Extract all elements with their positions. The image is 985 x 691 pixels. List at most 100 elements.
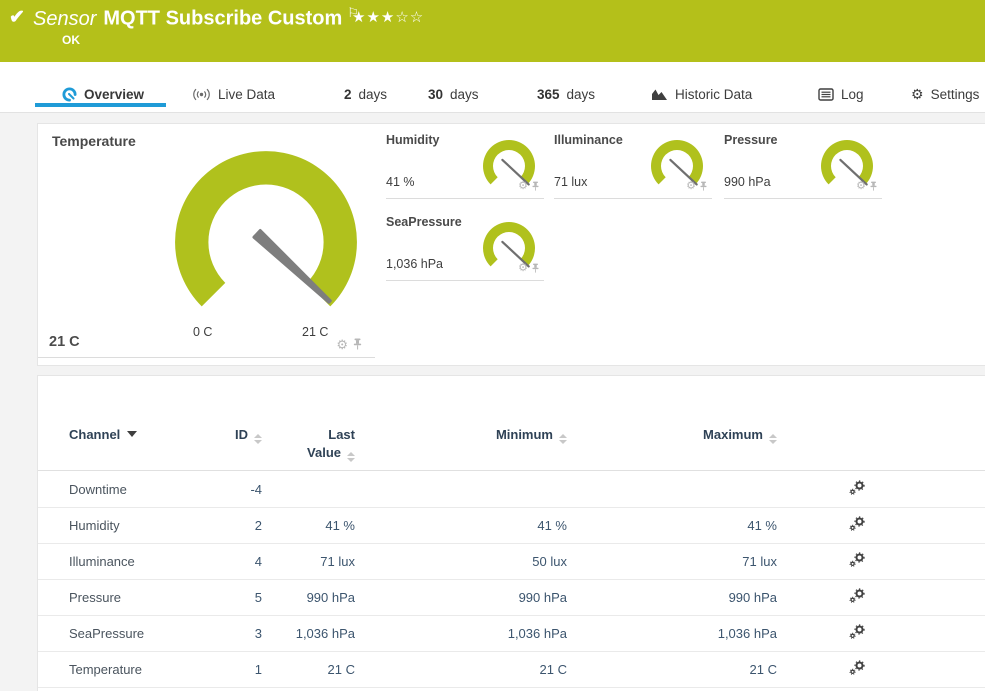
tab-number: 2 bbox=[344, 87, 352, 102]
tab-label: Log bbox=[841, 87, 864, 102]
tab-log[interactable]: Log bbox=[818, 82, 864, 106]
temperature-gauge bbox=[170, 146, 362, 310]
sensor-name: MQTT Subscribe Custom bbox=[103, 8, 342, 30]
area-chart-icon bbox=[651, 88, 668, 101]
sensor-status-badge: OK bbox=[62, 33, 80, 47]
table-row-downtime[interactable]: Downtime -4 bbox=[38, 472, 985, 508]
sort-icon bbox=[559, 434, 567, 444]
gauge-settings-gear-icon[interactable]: ⚙ bbox=[336, 338, 348, 351]
pin-icon[interactable] bbox=[869, 181, 878, 192]
cell-minimum: 1,036 hPa bbox=[355, 626, 567, 641]
gauge-settings-gear-icon[interactable]: ⚙ bbox=[856, 181, 866, 192]
cell-id: 5 bbox=[198, 590, 262, 605]
pin-icon[interactable] bbox=[699, 181, 708, 192]
object-kind-label: Sensor bbox=[33, 8, 96, 30]
cell-id: 4 bbox=[198, 554, 262, 569]
cell-id: 2 bbox=[198, 518, 262, 533]
tab-label: Historic Data bbox=[675, 87, 752, 102]
cell-minimum: 50 lux bbox=[355, 554, 567, 569]
cell-channel: Illuminance bbox=[38, 554, 198, 569]
cell-channel: Pressure bbox=[38, 590, 198, 605]
tab-historic-data[interactable]: Historic Data bbox=[651, 82, 752, 106]
col-header-maximum[interactable]: Maximum bbox=[567, 426, 777, 444]
col-header-channel[interactable]: Channel bbox=[38, 426, 198, 444]
tab-number: 365 bbox=[537, 87, 560, 102]
priority-stars[interactable]: ★★★☆☆ bbox=[352, 8, 424, 26]
tab-365-days[interactable]: 365 days bbox=[537, 82, 595, 106]
edit-channel-gears-icon[interactable] bbox=[849, 588, 866, 604]
tab-label: Overview bbox=[84, 87, 144, 102]
gauge-settings-gear-icon[interactable]: ⚙ bbox=[518, 263, 528, 274]
cell-last-value: 1,036 hPa bbox=[262, 626, 355, 641]
tab-number: 30 bbox=[428, 87, 443, 102]
tab-label: Live Data bbox=[218, 87, 275, 102]
gauge-current-value: 71 lux bbox=[554, 175, 587, 189]
cell-channel: Humidity bbox=[38, 518, 198, 533]
pin-icon[interactable] bbox=[531, 263, 540, 274]
cell-channel: SeaPressure bbox=[38, 626, 198, 641]
log-list-icon bbox=[818, 88, 834, 101]
tab-live-data[interactable]: Live Data bbox=[192, 82, 275, 106]
tab-bar: Overview Live Data 2 days 30 days 365 da… bbox=[0, 62, 985, 113]
gauge-current-value: 1,036 hPa bbox=[386, 257, 443, 271]
page-title: SensorMQTT Subscribe Custom⚐ bbox=[33, 5, 359, 31]
pin-icon[interactable] bbox=[531, 181, 540, 192]
edit-channel-gears-icon[interactable] bbox=[849, 516, 866, 532]
table-row-pressure[interactable]: Pressure 5 990 hPa 990 hPa 990 hPa bbox=[38, 580, 985, 616]
cell-maximum: 990 hPa bbox=[567, 590, 777, 605]
gauge-title: Illuminance bbox=[554, 133, 623, 147]
gauge-current-value: 990 hPa bbox=[724, 175, 771, 189]
tab-2-days[interactable]: 2 days bbox=[344, 82, 387, 106]
edit-channel-gears-icon[interactable] bbox=[849, 660, 866, 676]
sort-icon bbox=[769, 434, 777, 444]
cell-minimum: 990 hPa bbox=[355, 590, 567, 605]
tab-settings[interactable]: ⚙ Settings bbox=[911, 82, 979, 106]
prtg-sensor-page: ✔ SensorMQTT Subscribe Custom⚐ ★★★☆☆ OK … bbox=[0, 0, 985, 691]
tab-label: days bbox=[450, 87, 479, 102]
col-header-minimum[interactable]: Minimum bbox=[355, 426, 567, 444]
gauge-settings-gear-icon[interactable]: ⚙ bbox=[686, 181, 696, 192]
edit-channel-gears-icon[interactable] bbox=[849, 624, 866, 640]
gauge-cell-pressure: Pressure 990 hPa ⚙ bbox=[724, 126, 882, 199]
table-row-seapressure[interactable]: SeaPressure 3 1,036 hPa 1,036 hPa 1,036 … bbox=[38, 616, 985, 652]
gauge-title: Pressure bbox=[724, 133, 778, 147]
cell-last-value: 41 % bbox=[262, 518, 355, 533]
table-body: Downtime -4 Humidity 2 41 % 41 % 41 % Il… bbox=[38, 472, 985, 688]
table-row-illuminance[interactable]: Illuminance 4 71 lux 50 lux 71 lux bbox=[38, 544, 985, 580]
sort-icon bbox=[254, 434, 262, 444]
cell-channel: Temperature bbox=[38, 662, 198, 677]
live-broadcast-icon bbox=[192, 88, 211, 101]
cell-maximum: 71 lux bbox=[567, 554, 777, 569]
gauge-cell-illuminance: Illuminance 71 lux ⚙ bbox=[554, 126, 712, 199]
gauge-max-label: 21 C bbox=[302, 325, 328, 339]
table-header-row: Channel ID Last Value Minimum Maximum bbox=[38, 376, 985, 471]
gauges-panel: Temperature 0 C 21 C 21 C ⚙ Humidity bbox=[37, 123, 985, 366]
pin-icon[interactable] bbox=[352, 338, 363, 351]
gear-icon: ⚙ bbox=[911, 87, 924, 101]
sensor-header: ✔ SensorMQTT Subscribe Custom⚐ ★★★☆☆ OK bbox=[0, 0, 985, 62]
table-row-temperature[interactable]: Temperature 1 21 C 21 C 21 C bbox=[38, 652, 985, 688]
gauge-cell-humidity: Humidity 41 % ⚙ bbox=[386, 126, 544, 199]
cell-channel: Downtime bbox=[38, 482, 198, 497]
edit-channel-gears-icon[interactable] bbox=[849, 552, 866, 568]
table-row-humidity[interactable]: Humidity 2 41 % 41 % 41 % bbox=[38, 508, 985, 544]
sort-icon bbox=[347, 452, 355, 462]
gauge-current-value: 21 C bbox=[49, 334, 80, 350]
cell-last-value: 71 lux bbox=[262, 554, 355, 569]
col-header-id[interactable]: ID bbox=[198, 426, 262, 444]
cell-maximum: 41 % bbox=[567, 518, 777, 533]
tab-30-days[interactable]: 30 days bbox=[428, 82, 479, 106]
status-ok-check-icon: ✔ bbox=[9, 6, 25, 29]
tab-label: days bbox=[359, 87, 388, 102]
gauge-title: SeaPressure bbox=[386, 215, 462, 229]
edit-channel-gears-icon[interactable] bbox=[849, 480, 866, 496]
cell-id: -4 bbox=[198, 482, 262, 497]
cell-minimum: 21 C bbox=[355, 662, 567, 677]
gauge-title: Humidity bbox=[386, 133, 439, 147]
gauge-settings-gear-icon[interactable]: ⚙ bbox=[518, 181, 528, 192]
cell-minimum: 41 % bbox=[355, 518, 567, 533]
cell-id: 3 bbox=[198, 626, 262, 641]
gauge-title: Temperature bbox=[52, 133, 136, 149]
cell-maximum: 1,036 hPa bbox=[567, 626, 777, 641]
col-header-last-value[interactable]: Last Value bbox=[262, 426, 355, 462]
